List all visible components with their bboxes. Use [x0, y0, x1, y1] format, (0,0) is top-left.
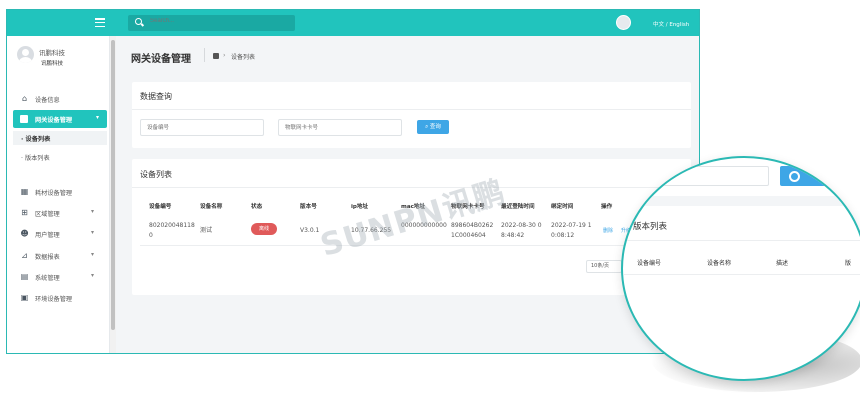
- chevron-down-icon: ▾: [91, 208, 95, 215]
- sidebar-subitem-device-list[interactable]: · 设备列表: [21, 134, 50, 143]
- divider: [132, 187, 691, 188]
- chevron-down-icon: ▾: [96, 114, 100, 121]
- user-profile: 讯鹏科技 讯鹏科技: [17, 46, 107, 72]
- page-size-label: 10条/页: [591, 263, 610, 269]
- device-id-input[interactable]: [140, 119, 264, 136]
- chart-icon: ⊿: [21, 251, 28, 260]
- cell-device-name: 测试: [200, 227, 213, 234]
- column-header: 设备编号: [149, 204, 172, 210]
- gateway-icon: [20, 115, 28, 123]
- sidebar-item-label: 环境设备管理: [35, 296, 73, 303]
- search-button[interactable]: ⌕ 查询: [417, 120, 449, 134]
- zoomed-column-header: 版: [845, 260, 852, 267]
- zoomed-column-header: 设备名称: [707, 260, 732, 267]
- topbar: 中文 / English: [110, 10, 699, 36]
- sidebar-item-label: 耗材设备管理: [35, 190, 73, 197]
- column-header: 操作: [601, 204, 613, 210]
- title-divider: [204, 48, 205, 62]
- chevron-right-icon: ›: [223, 51, 226, 59]
- search-icon: [135, 18, 142, 25]
- sidebar-item-label: 用户管理: [35, 232, 60, 239]
- search-button-label: 查询: [429, 124, 441, 130]
- column-header: 绑定时间: [551, 204, 574, 210]
- status-badge: 离线: [251, 223, 277, 235]
- chevron-down-icon: ▾: [91, 229, 95, 236]
- page-size-select[interactable]: 10条/页: [586, 260, 622, 273]
- sidebar-item-label: 设备信息: [35, 97, 60, 104]
- home-icon: ⌂: [21, 94, 28, 103]
- sitemap-icon: ⊞: [21, 208, 28, 217]
- sidebar-item-system[interactable]: ▤ 系统管理 ▾: [7, 269, 107, 285]
- sidebar-subitem-version-list[interactable]: · 版本列表: [21, 153, 50, 162]
- divider: [132, 109, 691, 110]
- zoomed-input: [623, 166, 769, 186]
- scrollbar-thumb[interactable]: [111, 40, 115, 330]
- sim-card-input[interactable]: [278, 119, 402, 136]
- screenshot-stage: 讯鹏科技 讯鹏科技 ⌂ 设备信息 网关设备管理 ▾ · 设备列表 · 版本列表 …: [0, 0, 860, 393]
- divider: [623, 240, 860, 241]
- column-header: 状态: [251, 204, 263, 210]
- sidebar-item-label: 网关设备管理: [35, 117, 73, 124]
- avatar[interactable]: [616, 15, 631, 30]
- sidebar-item-environment[interactable]: ▣ 环境设备管理: [7, 290, 107, 306]
- chevron-down-icon: ▾: [91, 272, 95, 279]
- sidebar-subitem-label: 版本列表: [24, 155, 50, 162]
- cell-device-id: 8020200481180: [149, 222, 195, 239]
- menu-toggle-icon[interactable]: [95, 18, 105, 28]
- zoomed-column-header: 设备编号: [637, 260, 662, 267]
- breadcrumb: 设备列表: [231, 54, 256, 61]
- sidebar-header: [7, 10, 110, 36]
- panel-title: 设备列表: [140, 170, 172, 179]
- search-input[interactable]: [150, 18, 270, 24]
- app-window: 讯鹏科技 讯鹏科技 ⌂ 设备信息 网关设备管理 ▾ · 设备列表 · 版本列表 …: [6, 9, 700, 354]
- panel-title: 数据查询: [140, 92, 172, 101]
- search-box[interactable]: [128, 15, 295, 31]
- cell-bind-time: 2022-07-19 10:08:12: [551, 222, 592, 239]
- delete-link[interactable]: 删除: [603, 227, 613, 234]
- page-title: 网关设备管理: [131, 54, 191, 65]
- users-icon: ☻: [20, 229, 29, 238]
- sidebar: 讯鹏科技 讯鹏科技 ⌂ 设备信息 网关设备管理 ▾ · 设备列表 · 版本列表 …: [7, 10, 110, 353]
- user-org: 讯鹏科技: [41, 61, 64, 67]
- column-header: 版本号: [300, 204, 317, 210]
- home-icon[interactable]: [213, 53, 219, 59]
- query-panel: 数据查询 ⌕ 查询: [132, 82, 691, 148]
- sidebar-item-label: 区域管理: [35, 211, 60, 218]
- row-divider: [140, 245, 680, 246]
- zoom-lens: 版本列表 设备编号 设备名称 描述 版: [621, 156, 860, 381]
- sidebar-item-gateway-management[interactable]: 网关设备管理 ▾: [13, 110, 107, 128]
- user-name: 讯鹏科技: [39, 49, 65, 57]
- box-icon: ▦: [20, 187, 29, 196]
- sidebar-item-device-info[interactable]: ⌂ 设备信息: [7, 91, 107, 107]
- cell-last-login: 2022-08-30 08:48:42: [501, 222, 542, 239]
- sidebar-item-label: 数据报表: [35, 254, 60, 261]
- column-header: 设备名称: [200, 204, 223, 210]
- chevron-down-icon: ▾: [91, 251, 95, 258]
- sidebar-subitem-label: 设备列表: [25, 136, 51, 143]
- grid-icon: ▤: [20, 272, 29, 281]
- zoomed-search-button: [780, 166, 840, 186]
- sidebar-item-users[interactable]: ☻ 用户管理 ▾: [7, 226, 107, 242]
- calendar-icon: ▣: [20, 293, 29, 302]
- sidebar-item-area[interactable]: ⊞ 区域管理 ▾: [7, 205, 107, 221]
- zoomed-panel-title: 版本列表: [633, 222, 668, 232]
- zoomed-gap: [623, 196, 860, 206]
- sidebar-item-label: 系统管理: [35, 275, 60, 282]
- sidebar-item-reports[interactable]: ⊿ 数据报表 ▾: [7, 248, 107, 264]
- sidebar-item-consumables[interactable]: ▦ 耗材设备管理: [7, 184, 107, 200]
- row-divider: [623, 274, 860, 275]
- language-switch[interactable]: 中文 / English: [653, 20, 689, 28]
- zoomed-column-header: 描述: [776, 260, 789, 267]
- avatar: [17, 46, 34, 63]
